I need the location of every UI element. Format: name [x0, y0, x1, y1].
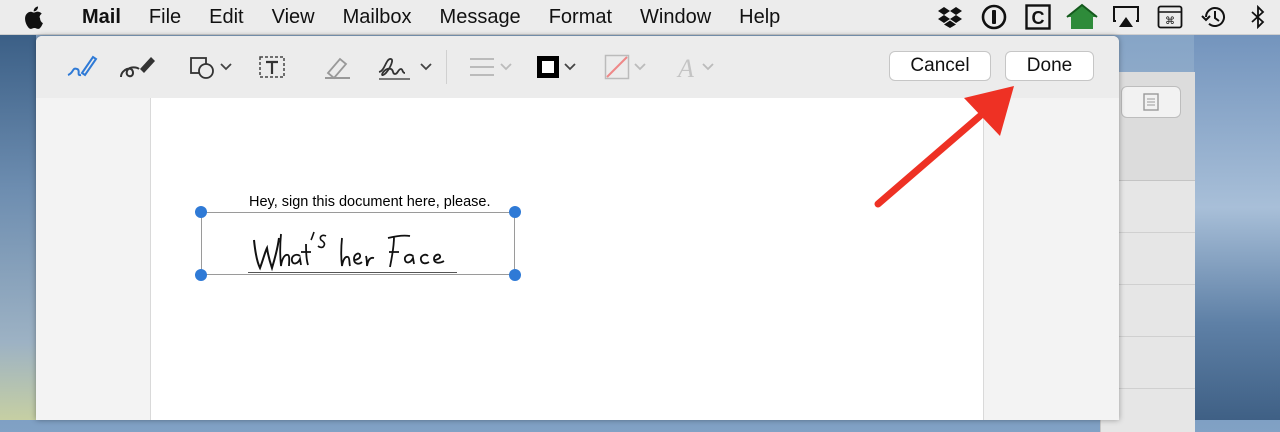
shapes-icon — [190, 57, 214, 79]
highlight-tool[interactable] — [322, 50, 352, 84]
text-box-icon — [259, 56, 285, 78]
draw-tool[interactable] — [118, 50, 158, 84]
sketch-tool[interactable] — [64, 50, 98, 84]
border-color-tool[interactable] — [536, 50, 576, 84]
note-icon — [1143, 93, 1159, 111]
house-icon[interactable] — [1060, 0, 1104, 34]
highlighter-icon — [325, 57, 350, 80]
apple-icon — [25, 6, 43, 29]
menu-bar: Mail File Edit View Mailbox Message Form… — [0, 0, 1280, 35]
chevron-down-icon — [500, 63, 512, 71]
dropbox-icon[interactable] — [928, 0, 972, 34]
text-style-icon: A — [676, 54, 694, 81]
handwritten-signature — [253, 231, 445, 272]
chevron-down-icon — [220, 63, 232, 71]
annotation-arrow-icon — [874, 86, 1014, 208]
chevron-down-icon — [702, 63, 714, 71]
svg-text:C: C — [1032, 8, 1045, 28]
text-tool[interactable] — [258, 50, 286, 84]
1password-icon[interactable] — [972, 0, 1016, 34]
done-button[interactable]: Done — [1005, 51, 1094, 81]
text-style-tool[interactable]: A — [674, 50, 714, 84]
apple-menu[interactable] — [0, 0, 70, 34]
cancel-button[interactable]: Cancel — [889, 51, 991, 81]
chevron-down-icon — [420, 63, 432, 71]
menu-view[interactable]: View — [258, 0, 329, 34]
menu-message[interactable]: Message — [426, 0, 535, 34]
draw-icon — [120, 57, 155, 78]
resize-handle-top-right[interactable] — [509, 206, 521, 218]
toolbar-divider — [446, 50, 447, 84]
resize-handle-bottom-right[interactable] — [509, 269, 521, 281]
resize-handle-bottom-left[interactable] — [195, 269, 207, 281]
menu-edit[interactable]: Edit — [195, 0, 257, 34]
chevron-down-icon — [564, 63, 576, 71]
border-color-icon — [537, 56, 559, 78]
airplay-icon[interactable] — [1104, 0, 1148, 34]
background-compose-button[interactable] — [1121, 86, 1181, 118]
svg-text:A: A — [676, 54, 694, 81]
menu-app-name[interactable]: Mail — [70, 0, 135, 34]
line-style-tool[interactable] — [468, 50, 512, 84]
c-icon[interactable]: C — [1016, 0, 1060, 34]
signature-line — [248, 272, 457, 273]
menu-format[interactable]: Format — [535, 0, 626, 34]
resize-handle-top-left[interactable] — [195, 206, 207, 218]
chevron-down-icon — [634, 63, 646, 71]
time-machine-icon[interactable] — [1192, 0, 1236, 34]
status-area: C ⌘ — [928, 0, 1280, 34]
line-style-icon — [470, 58, 494, 76]
keyboard-icon[interactable]: ⌘ — [1148, 0, 1192, 34]
sign-tool[interactable] — [376, 50, 432, 84]
document-instruction-text: Hey, sign this document here, please. — [249, 194, 491, 210]
svg-text:⌘: ⌘ — [1165, 16, 1175, 27]
shapes-tool[interactable] — [188, 50, 232, 84]
bluetooth-icon[interactable] — [1236, 0, 1280, 34]
desktop-background-right — [1194, 34, 1280, 420]
menu-window[interactable]: Window — [626, 0, 725, 34]
menu-mailbox[interactable]: Mailbox — [329, 0, 426, 34]
fill-color-icon — [604, 54, 630, 80]
desktop-background — [0, 34, 36, 420]
fill-color-tool[interactable] — [604, 50, 646, 84]
sketch-icon — [67, 55, 98, 77]
menu-help[interactable]: Help — [725, 0, 794, 34]
signature-icon — [378, 58, 410, 80]
menu-file[interactable]: File — [135, 0, 195, 34]
